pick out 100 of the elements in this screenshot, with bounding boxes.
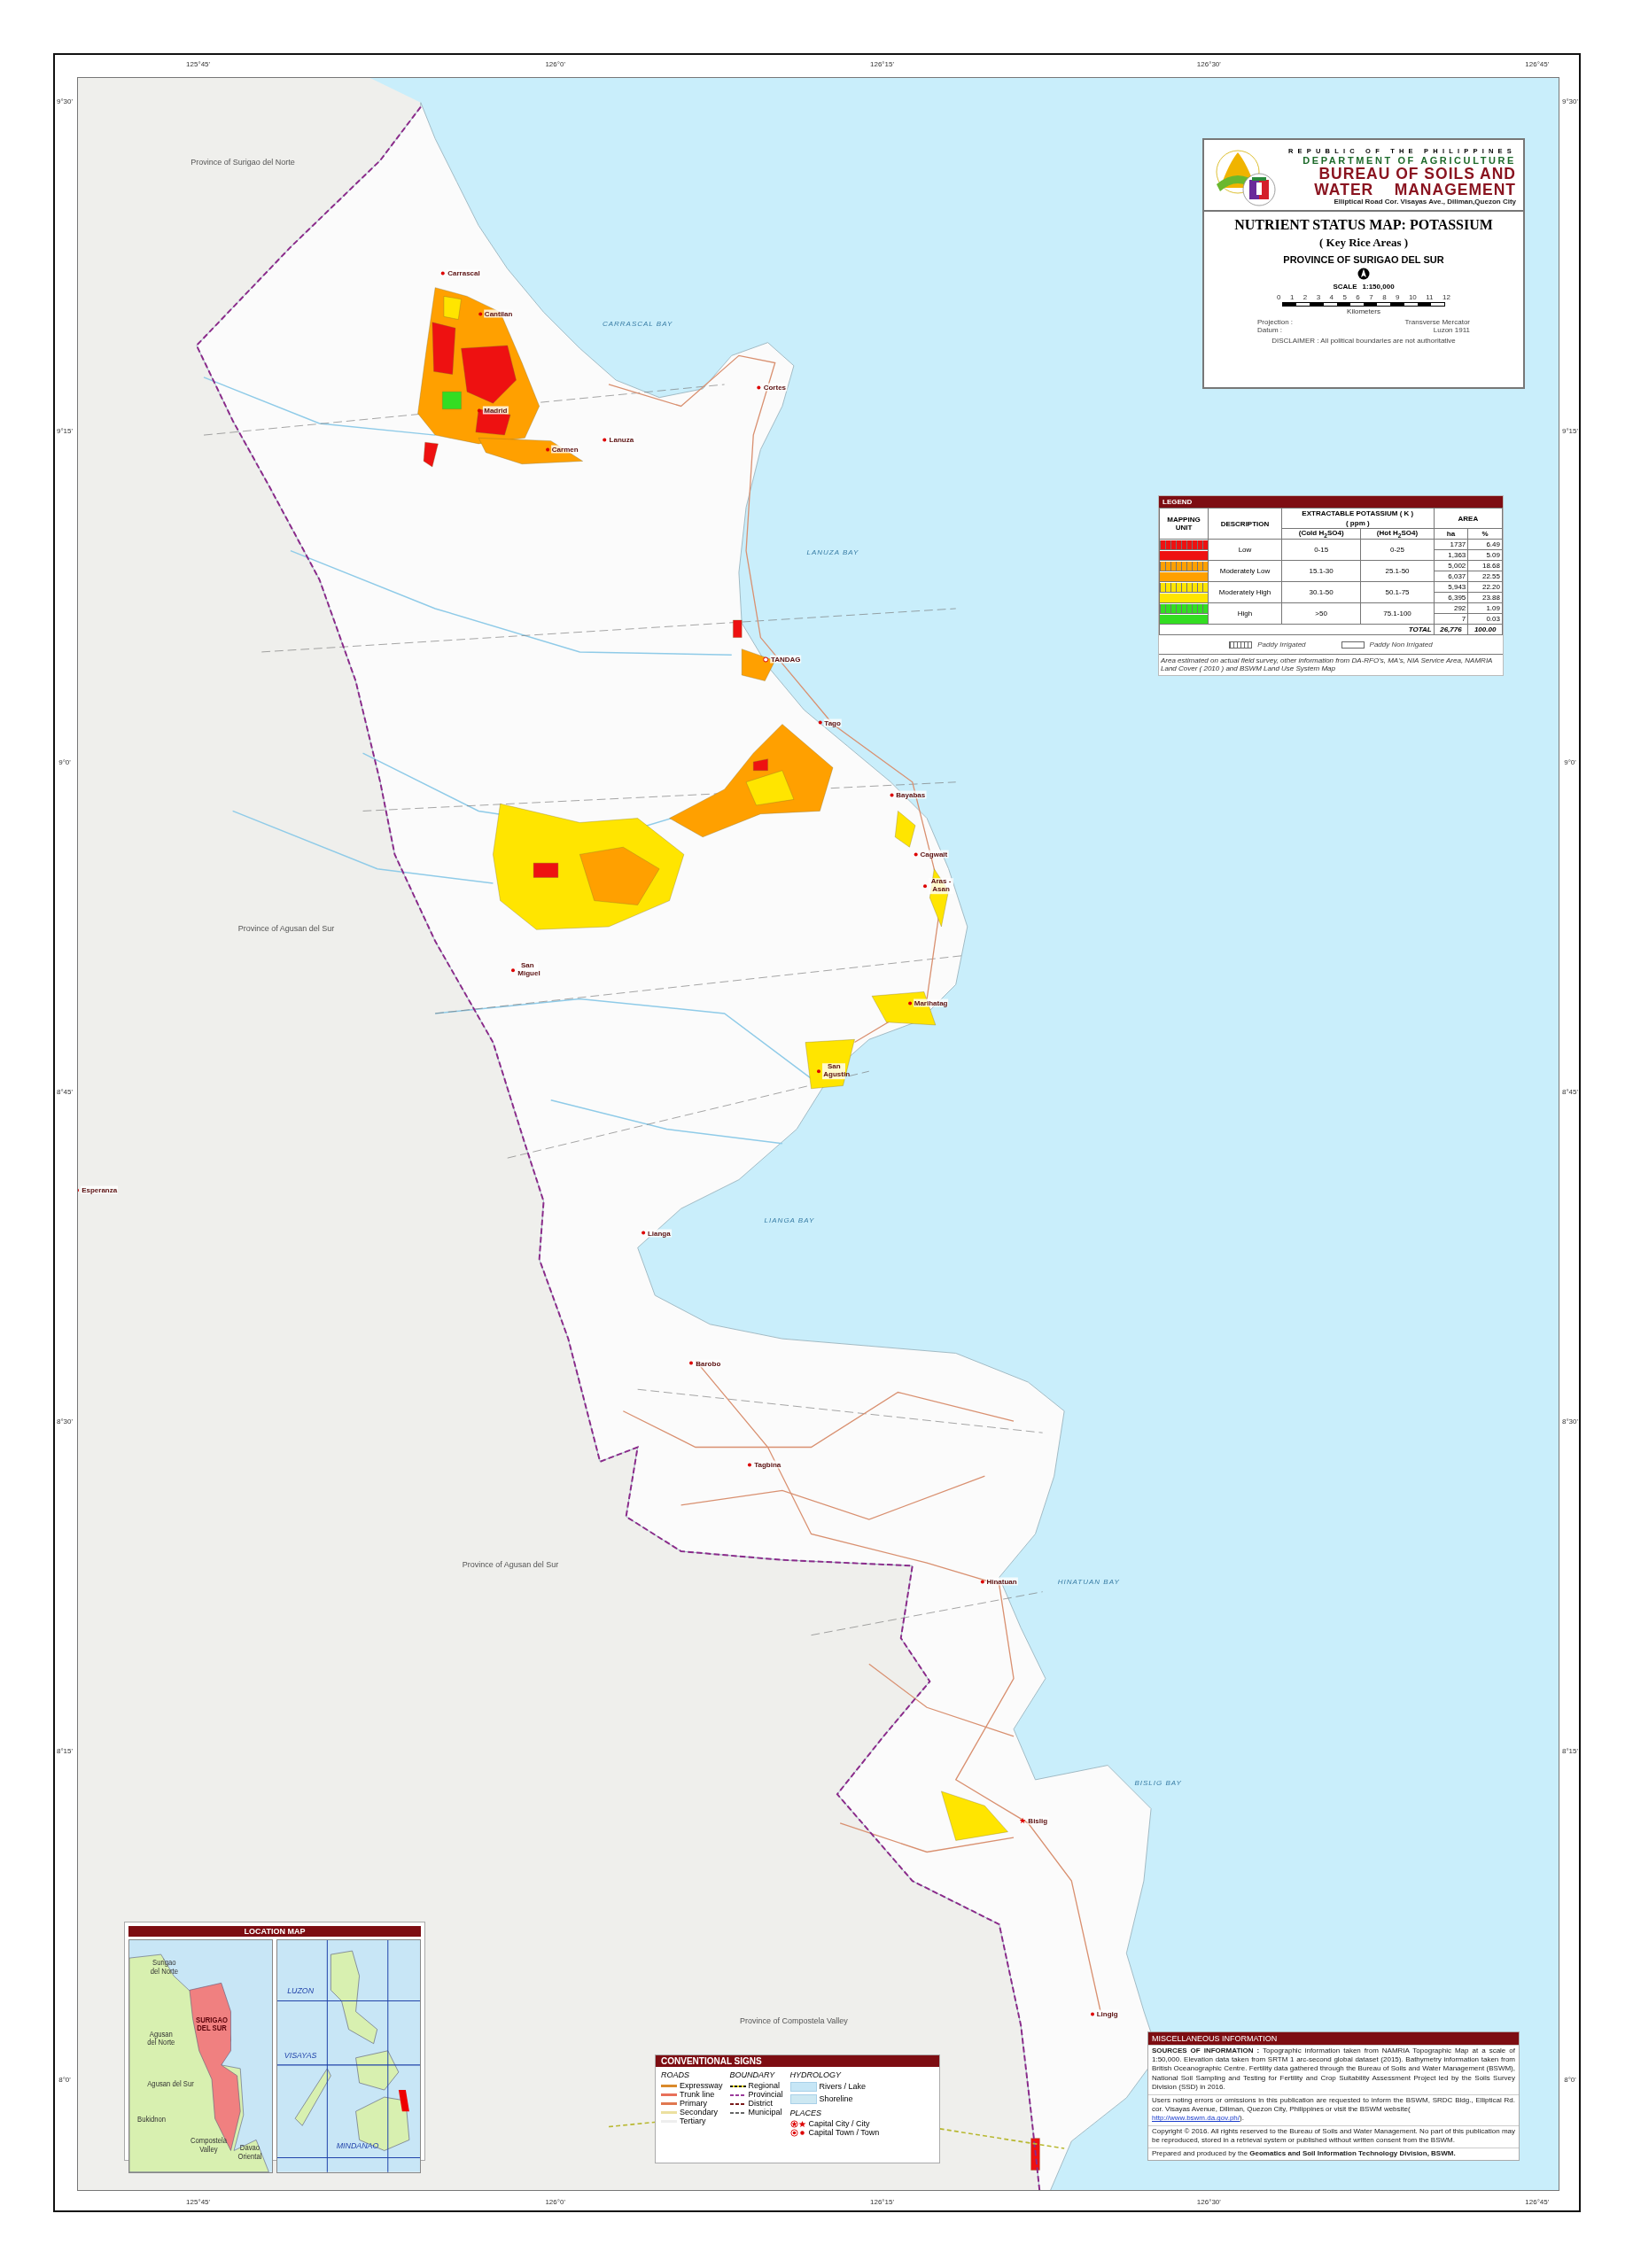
section-heading: ROADS: [661, 2070, 690, 2079]
website-link[interactable]: http://www.bswm.da.gov.ph/: [1152, 2114, 1240, 2124]
province-name: Davao Oriental: [237, 2144, 262, 2162]
longitude-label: 126°45': [1525, 2197, 1550, 2206]
province-name: SURIGAO DEL SUR: [196, 2016, 228, 2033]
info-value: Luzon 1911: [1432, 326, 1470, 334]
bay-label: HINATUAN BAY: [1057, 1577, 1120, 1586]
town-dot-icon: [689, 1361, 694, 1365]
section-heading: BOUNDARY: [729, 2070, 776, 2079]
info-value: Transverse Mercator: [1404, 318, 1470, 326]
place-label: Bayabas: [895, 790, 927, 799]
disclaimer-text: DISCLAIMER : All political boundaries are not authoritative: [1271, 337, 1456, 345]
town-dot-icon: [923, 884, 928, 889]
place-label: Bislig: [1027, 1816, 1049, 1825]
column-header: EXTRACTABLE POTASSIUM ( K ): [1281, 508, 1435, 518]
column-header: AREA: [1434, 508, 1503, 529]
latitude-label: 9°30': [56, 97, 74, 105]
latitude-label: 8°30': [56, 1417, 74, 1425]
bay-label: LIANGA BAY: [764, 1216, 815, 1224]
town-dot-icon: [748, 1463, 752, 1467]
key-label: Paddy Non Irrigated: [1369, 641, 1433, 649]
town-dot-icon: [478, 312, 482, 315]
column-header: (Hot H$_{2}$SO4): [1360, 528, 1435, 540]
scale-tick-label: 7: [1369, 293, 1373, 301]
bay-label: BISLIG BAY: [1134, 1778, 1182, 1787]
capital-town-icon: [762, 656, 768, 663]
area-cell: 6,395: [1434, 592, 1468, 603]
range-cell: >50: [1281, 602, 1361, 625]
scale-tick-label: 5: [1342, 293, 1347, 301]
town-dot-icon: [818, 720, 822, 725]
percent-cell: 23.88: [1467, 592, 1503, 603]
town-dot-icon: [817, 1069, 821, 1074]
range-cell: 0-25: [1360, 539, 1435, 561]
info-label: Projection :: [1257, 318, 1295, 326]
description-cell: Moderately Low: [1208, 560, 1282, 582]
range-cell: 75.1-100: [1360, 602, 1435, 625]
area-cell: 1,363: [1434, 549, 1468, 561]
legend-header: LEGEND: [1159, 496, 1503, 508]
province-label: Province of Surigao del Norte: [191, 157, 295, 167]
latitude-label: 8°0': [1564, 2075, 1576, 2084]
place-label: Hinatuan: [985, 1577, 1018, 1586]
column-header: ( ppm ): [1281, 518, 1435, 529]
sign-label: Rivers / Lake: [819, 2082, 867, 2092]
town-dot-icon: [641, 1231, 645, 1235]
bureau-heading: BUREAU OF SOILS AND: [1318, 165, 1516, 182]
latitude-label: 9°15': [56, 426, 74, 435]
scale-tick-label: 12: [1442, 293, 1450, 301]
island-group-label: LUZON: [287, 1986, 315, 1996]
range-cell: 15.1-30: [1281, 560, 1361, 582]
longitude-label: 126°15': [870, 59, 894, 68]
total-label: TOTAL: [1159, 624, 1435, 635]
latitude-label: 8°15': [56, 1746, 74, 1755]
sign-label: Regional: [748, 2082, 781, 2091]
department-heading: DEPARTMENT OF AGRICULTURE: [1303, 154, 1516, 166]
province-name: Bukidnon: [137, 2115, 167, 2124]
range-cell: 50.1-75: [1360, 581, 1435, 603]
column-header: %: [1467, 528, 1503, 540]
percent-cell: 1.09: [1467, 602, 1503, 614]
bureau-heading: WATER MANAGEMENT: [1314, 182, 1516, 198]
longitude-label: 125°45': [186, 2197, 211, 2206]
info-label: Datum :: [1257, 326, 1283, 334]
place-label: Tago: [823, 718, 842, 727]
island-group-label: VISAYAS: [284, 2050, 317, 2060]
scale-tick-label: 11: [1426, 293, 1434, 301]
sign-label: District: [748, 2099, 773, 2109]
area-cell: 7: [1434, 613, 1468, 625]
sign-label: Shoreline: [819, 2094, 853, 2104]
description-cell: Moderately High: [1208, 581, 1282, 603]
province-label: Province of Agusan del Sur: [237, 923, 335, 933]
scale-unit-label: Kilometers: [1347, 307, 1380, 315]
place-label: Tagbina: [753, 1460, 782, 1469]
key-label: Paddy Irrigated: [1257, 641, 1306, 649]
percent-cell: 0.03: [1467, 613, 1503, 625]
range-cell: 25.1-50: [1360, 560, 1435, 582]
scale-tick-label: 9: [1396, 293, 1400, 301]
latitude-label: 9°0': [1564, 757, 1576, 766]
longitude-label: 126°15': [870, 2197, 894, 2206]
map-subtitle: ( Key Rice Areas ): [1318, 236, 1409, 250]
info-paragraph: SOURCES OF INFORMATION : Topographic information taken from NAMRIA Topographic Map at a scale of 1:50,000. Elevation data taken from SRTM 1 arc-second global dataset (2015). Bathymetry information taken from British Oceanographic Centre. Fertility data gathered through the Bureau of Soils and Water Management (BSWM), National Soil Sampling and Testing for Fertility and Crop Suitability Assessment Project led by the Soils Survey Division (SSD) in 2016.: [1148, 2044, 1519, 2094]
percent-cell: 22.55: [1467, 571, 1503, 582]
latitude-label: 8°30': [1561, 1417, 1579, 1425]
sign-label: Expressway: [680, 2082, 723, 2091]
town-dot-icon: [914, 852, 918, 857]
total-area-cell: 26,776: [1434, 624, 1468, 635]
column-header: ha: [1434, 528, 1468, 540]
place-label: San Miguel: [517, 962, 539, 978]
address-text: Elliptical Road Cor. Visayas Ave., Diliman,Quezon City: [1334, 198, 1516, 206]
place-label: Marihatag: [913, 998, 949, 1007]
longitude-label: 125°45': [186, 59, 211, 68]
scale-tick-label: 8: [1382, 293, 1387, 301]
sign-label: Primary: [680, 2099, 707, 2109]
province-name: Surigao del Norte: [150, 1958, 178, 1976]
section-heading: PLACES: [789, 2109, 823, 2117]
town-dot-icon: [757, 385, 761, 390]
province-name: Compostela Valley: [190, 2137, 227, 2155]
area-cell: 1737: [1434, 539, 1468, 550]
place-label: Cagwait: [919, 850, 949, 858]
conventional-signs-title: CONVENTIONAL SIGNS: [656, 2055, 939, 2067]
scale-value: 1:150,000: [1362, 283, 1395, 291]
town-dot-icon: [545, 447, 549, 452]
